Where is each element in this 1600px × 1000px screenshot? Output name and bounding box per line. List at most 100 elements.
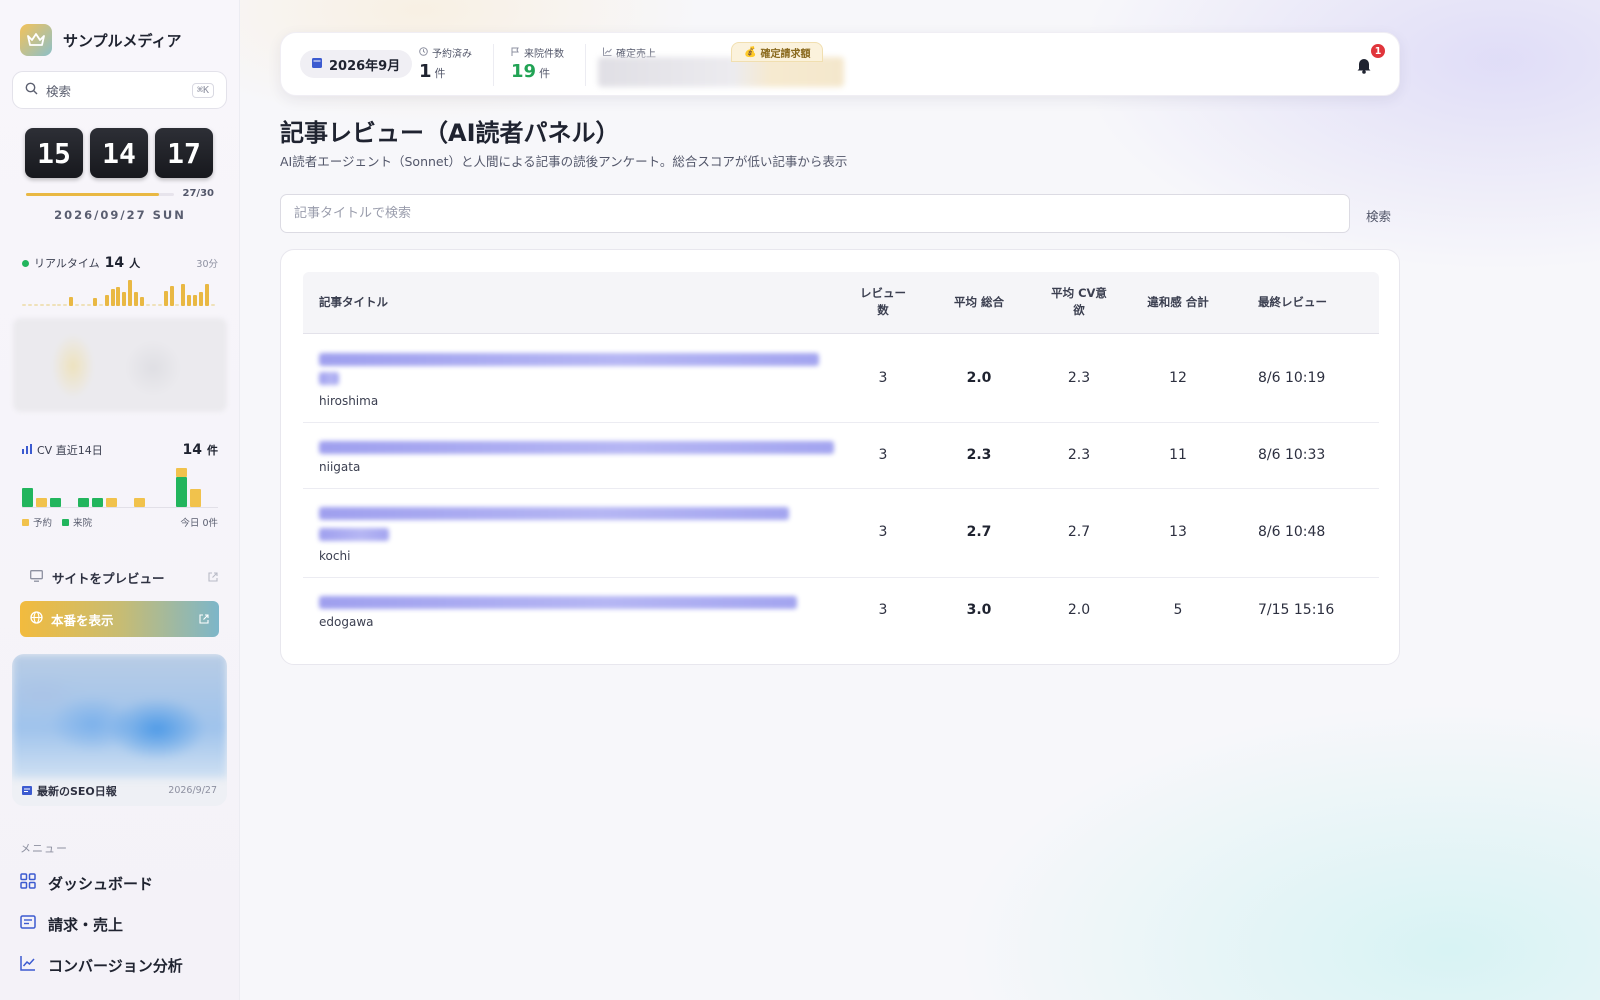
header-reviews[interactable]: レビュー 数 [853,285,913,319]
stat-visits-value-line: 19 件 [511,60,564,86]
cell-avg-cv: 2.0 [1067,602,1091,618]
external-link-icon [199,612,209,627]
live-dot-icon [22,259,29,267]
realtime-bar [175,304,180,306]
realtime-bar [169,285,174,306]
stat-visits: 来院件数 19 件 [511,45,564,86]
realtime-bar [134,292,139,306]
site-preview-link[interactable]: サイトをプレビュー [20,565,218,589]
seo-report-title: 最新のSEO日報 [22,783,117,799]
calendar-icon [312,57,322,72]
money-bag-icon: 💰 [744,46,757,58]
menu-item-label: 請求・売上 [48,915,124,934]
sidebar-search[interactable]: 検索 ⌘K [12,71,227,109]
search-button[interactable]: 検索 [1366,206,1391,225]
invoice-icon [20,914,36,934]
cell-discomfort: 5 [1173,602,1183,618]
realtime-bar [51,304,56,306]
brand[interactable]: サンプルメディア [20,24,182,56]
cell-reviews: 3 [878,370,888,386]
cell-avg-cv: 2.7 [1067,524,1091,540]
article-title-link[interactable] [319,596,797,609]
cv-today: 今日 0件 [180,518,218,529]
report-icon [22,785,32,798]
notifications-button[interactable] [1354,55,1374,75]
realtime-bar [151,304,156,306]
legend-visit-swatch [62,518,70,526]
article-title-link[interactable] [319,353,819,366]
table-row[interactable]: niigata 3 2.3 2.3 11 8/6 10:33 [303,423,1379,489]
cv-value: 14 [182,442,202,458]
globe-icon [30,611,43,627]
header-avg-total[interactable]: 平均 総合 [939,294,1019,311]
article-title-search-input[interactable] [280,194,1350,233]
realtime-bar [81,304,85,306]
article-slug: niigata [319,460,361,474]
cell-reviews: 3 [878,447,888,463]
realtime-bar [181,284,186,306]
notification-badge: 1 [1370,43,1386,59]
header-reviews-line2: 数 [877,303,889,317]
month-progress: 27/30 [26,188,214,202]
article-title-link[interactable] [319,507,789,520]
cv-bar-visit [50,497,61,507]
article-title-link-continued[interactable] [319,528,389,541]
stat-booked-value-line: 1件 [419,60,472,86]
cell-avg-cv: 2.3 [1067,370,1091,386]
realtime-bar [45,304,50,306]
menu-item-conversion[interactable]: コンバージョン分析 [20,952,220,978]
stat-visits-header: 来院件数 [511,45,564,60]
realtime-bar [57,304,62,306]
cv-bar-visit [22,487,33,507]
realtime-bar [110,288,115,306]
table-row[interactable]: edogawa 3 3.0 2.0 5 7/15 15:16 [303,578,1379,644]
header-avg-cv-line1: 平均 CV意 [1051,286,1107,300]
realtime-sparkline [22,275,218,306]
header-avg-cv[interactable]: 平均 CV意 欲 [1039,285,1119,319]
cell-discomfort: 11 [1169,447,1187,463]
seo-report-card[interactable]: 最新のSEO日報 2026/9/27 [12,654,227,806]
month-progress-track [26,193,174,196]
view-production-label: 本番を表示 [51,612,114,628]
cell-last-review: 8/6 10:33 [1258,447,1326,463]
table-row[interactable]: kochi 3 2.7 2.7 13 8/6 10:48 [303,489,1379,578]
stat-booked-value: 1 [419,61,432,82]
cv-bar-visit [176,476,187,507]
cv-bar-chart [22,465,218,508]
cv-bar-booking [106,498,117,507]
bar-chart-icon [22,443,32,457]
view-production-button[interactable]: 本番を表示 [20,601,219,637]
realtime-bar [187,295,192,306]
search-label: 検索 [46,83,72,99]
menu-item-dashboard[interactable]: ダッシュボード [20,870,220,896]
header-title[interactable]: 記事タイトル [319,294,388,311]
article-title-link[interactable] [319,441,834,454]
seo-report-label: 最新のSEO日報 [37,785,117,798]
month-progress-count: 27/30 [182,188,214,199]
review-table: 記事タイトル レビュー 数 平均 総合 平均 CV意 欲 違和感 合計 最終レビ… [280,249,1400,665]
cell-discomfort: 12 [1169,370,1187,386]
realtime-bar [128,279,133,306]
cv-bar-booking [36,498,47,507]
cell-avg-total: 2.0 [966,370,992,386]
menu-item-billing[interactable]: 請求・売上 [20,911,220,937]
cell-reviews: 3 [878,524,888,540]
cell-last-review: 7/15 15:16 [1258,602,1335,618]
menu-item-label: ダッシュボード [48,874,154,893]
cv-bar-booking [176,468,187,477]
legend-booking: 予約 [33,518,53,529]
header-discomfort[interactable]: 違和感 合計 [1133,294,1223,311]
stat-invoice: 💰 確定請求額 [731,42,824,62]
header-last-review[interactable]: 最終レビュー [1258,294,1327,311]
month-selector[interactable]: 2026年9月 [300,50,413,78]
month-progress-fill [26,193,160,196]
table-row[interactable]: hiroshima 3 2.0 2.3 12 8/6 10:19 [303,334,1379,423]
stat-booked-label: 予約済み [432,49,472,60]
article-title-link-continued[interactable] [319,372,339,385]
cv-bar-visit [92,498,103,507]
cv-unit: 件 [207,444,218,457]
clock-hours: 15 [25,128,83,178]
sidebar: サンプルメディア 検索 ⌘K 15 14 17 27/30 2026/09/27… [0,0,240,1000]
legend-visit: 来院 [73,518,93,529]
flip-clock: 15 14 17 [25,128,213,178]
